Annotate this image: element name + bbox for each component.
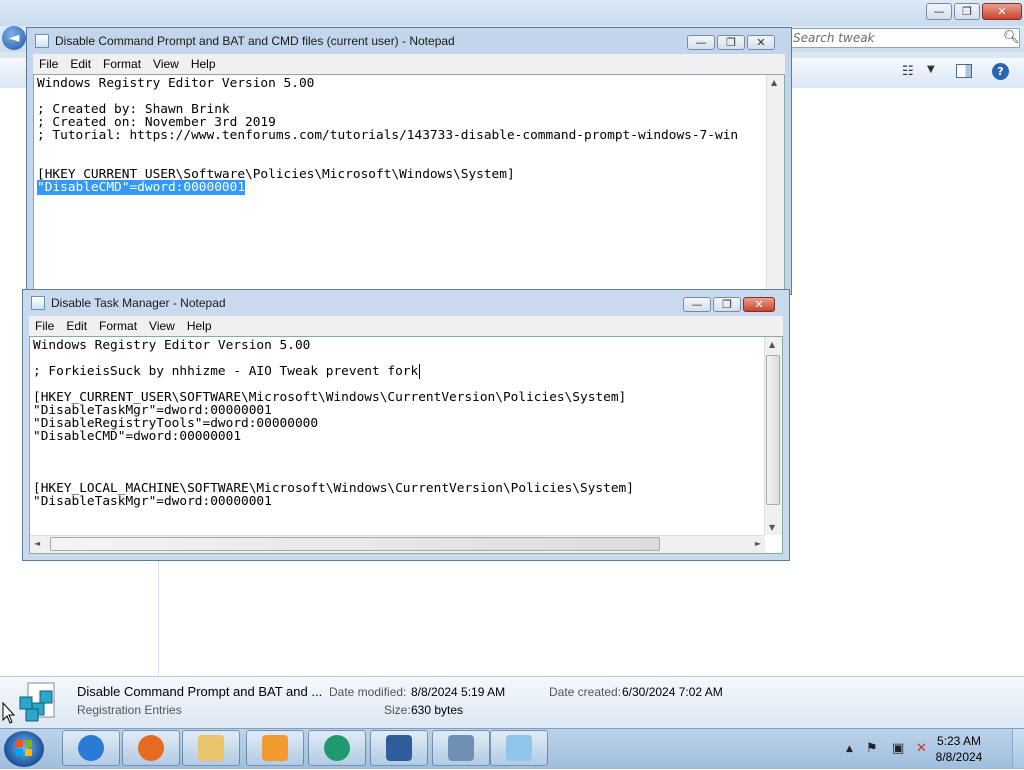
text-caret bbox=[419, 364, 421, 379]
search-icon[interactable]: 🔍︎ bbox=[1003, 30, 1020, 45]
system-clock[interactable]: 5:23 AM 8/8/2024 bbox=[932, 733, 986, 765]
text-line: "DisableCMD"=dword:00000001 bbox=[33, 429, 242, 444]
taskbar-firefox[interactable] bbox=[122, 730, 180, 766]
close-button[interactable]: ✕ bbox=[747, 35, 775, 50]
explorer-maximize-button[interactable]: ❐ bbox=[954, 3, 980, 20]
menu-help[interactable]: Help bbox=[181, 316, 218, 336]
menu-format[interactable]: Format bbox=[97, 54, 147, 74]
minimize-button[interactable]: — bbox=[687, 35, 715, 50]
text-line: ; Tutorial: https://www.tenforums.com/tu… bbox=[37, 128, 739, 143]
taskbar-calculator[interactable] bbox=[432, 730, 490, 766]
horizontal-scrollbar[interactable]: ◄ ► bbox=[30, 535, 765, 553]
notepad-icon bbox=[506, 735, 532, 761]
back-button[interactable]: ◄ bbox=[2, 26, 26, 50]
notepad-window-disable-task-manager[interactable]: Disable Task Manager - Notepad — ❐ ✕ Fil… bbox=[22, 289, 790, 561]
notepad-icon bbox=[31, 296, 45, 310]
clock-date: 8/8/2024 bbox=[935, 750, 983, 764]
horizontal-scroll-thumb[interactable] bbox=[50, 537, 660, 551]
date-modified-label: Date modified: bbox=[329, 685, 407, 699]
help-icon[interactable]: ? bbox=[992, 63, 1009, 80]
scroll-down-icon[interactable]: ▼ bbox=[769, 523, 775, 532]
taskbar-browser-green[interactable] bbox=[308, 730, 366, 766]
show-hidden-icons-chevron-icon[interactable]: ▲ bbox=[846, 744, 853, 754]
menu-view[interactable]: View bbox=[147, 54, 185, 74]
date-created-label: Date created: bbox=[549, 685, 622, 699]
window-title: Disable Command Prompt and BAT and CMD f… bbox=[55, 34, 455, 48]
text-editor[interactable]: Windows Registry Editor Version 5.00 ; C… bbox=[33, 74, 785, 290]
media-player-icon bbox=[262, 735, 288, 761]
scroll-left-icon[interactable]: ◄ bbox=[34, 539, 40, 548]
notepad-window-disable-cmd[interactable]: Disable Command Prompt and BAT and CMD f… bbox=[26, 27, 792, 295]
window-title: Disable Task Manager - Notepad bbox=[51, 296, 226, 310]
explorer-close-button[interactable]: ✕ bbox=[982, 3, 1022, 20]
detail-file-type: Registration Entries bbox=[77, 703, 182, 717]
menu-bar: File Edit Format View Help bbox=[33, 54, 785, 74]
vertical-scrollbar[interactable]: ▲ ▼ bbox=[764, 337, 782, 535]
menu-help[interactable]: Help bbox=[185, 54, 222, 74]
notepad-titlebar[interactable]: Disable Command Prompt and BAT and CMD f… bbox=[27, 28, 791, 54]
window-controls: — ❐ ✕ bbox=[683, 297, 775, 312]
volume-muted-icon[interactable]: ✕ bbox=[916, 741, 927, 756]
calculator-icon bbox=[448, 735, 474, 761]
chevron-down-icon[interactable]: ▼ bbox=[927, 64, 935, 75]
selected-text: "DisableCMD"=dword:00000001 bbox=[37, 180, 246, 195]
windows-logo-icon bbox=[16, 740, 32, 756]
menu-bar: File Edit Format View Help bbox=[29, 316, 783, 336]
details-pane: Disable Command Prompt and BAT and ... R… bbox=[0, 676, 1024, 729]
minimize-button[interactable]: — bbox=[683, 297, 711, 312]
text-editor[interactable]: Windows Registry Editor Version 5.00 ; F… bbox=[29, 336, 783, 554]
explorer-titlebar bbox=[0, 0, 1024, 26]
menu-format[interactable]: Format bbox=[93, 316, 143, 336]
size-value: 630 bytes bbox=[411, 703, 464, 717]
menu-edit[interactable]: Edit bbox=[60, 316, 93, 336]
menu-view[interactable]: View bbox=[143, 316, 181, 336]
window-controls: — ❐ ✕ bbox=[687, 35, 775, 50]
show-desktop-button[interactable] bbox=[1012, 729, 1024, 768]
date-modified-value: 8/8/2024 5:19 AM bbox=[411, 685, 506, 699]
virtualbox-icon bbox=[386, 735, 412, 761]
scroll-up-icon[interactable]: ▲ bbox=[771, 78, 777, 87]
menu-file[interactable]: File bbox=[29, 316, 60, 336]
maximize-button[interactable]: ❐ bbox=[717, 35, 745, 50]
browser-green-icon bbox=[324, 735, 350, 761]
start-button[interactable] bbox=[4, 731, 44, 767]
taskbar-media-player[interactable] bbox=[246, 730, 304, 766]
network-icon[interactable]: ▣ bbox=[892, 741, 904, 756]
preview-pane-icon[interactable] bbox=[956, 64, 972, 78]
date-created-value: 6/30/2024 7:02 AM bbox=[622, 685, 723, 699]
text-line: Windows Registry Editor Version 5.00 bbox=[37, 76, 315, 91]
notepad-titlebar[interactable]: Disable Task Manager - Notepad — ❐ ✕ bbox=[23, 290, 789, 316]
taskbar-internet-explorer[interactable] bbox=[62, 730, 120, 766]
menu-edit[interactable]: Edit bbox=[64, 54, 97, 74]
vertical-scroll-thumb[interactable] bbox=[766, 355, 780, 505]
firefox-icon bbox=[138, 735, 164, 761]
scroll-up-icon[interactable]: ▲ bbox=[769, 340, 775, 349]
maximize-button[interactable]: ❐ bbox=[713, 297, 741, 312]
mouse-cursor-icon bbox=[2, 702, 16, 724]
size-label: Size: bbox=[384, 703, 411, 717]
internet-explorer-icon bbox=[78, 735, 104, 761]
search-input[interactable]: Search tweak bbox=[788, 28, 1020, 48]
folder-icon bbox=[198, 735, 224, 761]
back-arrow-icon: ◄ bbox=[8, 30, 20, 46]
scroll-right-icon[interactable]: ► bbox=[755, 539, 761, 548]
explorer-window-controls: — ❐ ✕ bbox=[926, 3, 1022, 20]
clock-time: 5:23 AM bbox=[936, 734, 982, 748]
menu-file[interactable]: File bbox=[33, 54, 64, 74]
view-options-icon[interactable]: ☷ bbox=[902, 64, 914, 79]
registry-file-icon bbox=[19, 682, 55, 722]
vertical-scrollbar[interactable]: ▲ bbox=[766, 75, 784, 289]
taskbar-file-explorer[interactable] bbox=[182, 730, 240, 766]
text-line: Windows Registry Editor Version 5.00 bbox=[33, 338, 311, 353]
taskbar-virtualbox[interactable] bbox=[370, 730, 428, 766]
notepad-icon bbox=[35, 34, 49, 48]
text-line: ; ForkieisSuck by nhhizme - AIO Tweak pr… bbox=[33, 364, 419, 379]
explorer-minimize-button[interactable]: — bbox=[926, 3, 952, 20]
close-button[interactable]: ✕ bbox=[743, 297, 775, 312]
action-center-flag-icon[interactable]: ⚑ bbox=[866, 741, 878, 756]
detail-file-name: Disable Command Prompt and BAT and ... bbox=[77, 684, 323, 699]
text-line: "DisableTaskMgr"=dword:00000001 bbox=[33, 494, 272, 509]
taskbar-notepad[interactable] bbox=[490, 730, 548, 766]
